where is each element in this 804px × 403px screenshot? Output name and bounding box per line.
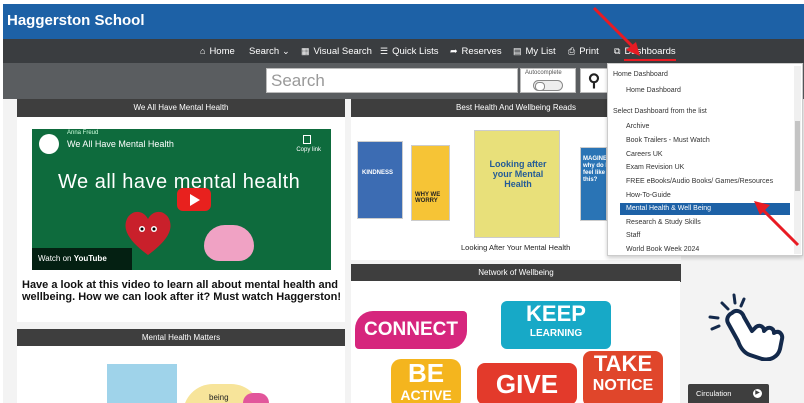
scrollbar-thumb[interactable] <box>795 121 800 191</box>
nav-visual-search[interactable]: ▦ Visual Search <box>301 39 372 63</box>
book-cover-text: Looking after your Mental Health <box>489 159 547 189</box>
dropdown-item-home-dashboard[interactable]: Home Dashboard <box>608 85 794 97</box>
dropdown-item-exam-revision[interactable]: Exam Revision UK <box>608 162 794 174</box>
chevron-right-icon: ▶ <box>753 389 762 398</box>
book-cover[interactable]: KINDNESS <box>357 141 403 219</box>
autocomplete-toggle[interactable]: Autocomplete <box>520 68 576 93</box>
book-cover-featured[interactable]: Looking after your Mental Health <box>474 130 560 238</box>
dropdown-header-home: Home Dashboard <box>613 71 668 78</box>
word-keep-learning: KEEP LEARNING <box>501 301 611 349</box>
chevron-down-icon: ⌄ <box>282 46 290 56</box>
nav-home[interactable]: ⌂ Home <box>200 39 235 63</box>
channel-avatar <box>39 134 59 154</box>
brain-character <box>204 225 254 261</box>
search-icon: ⚲ <box>587 71 601 90</box>
video-description: Have a look at this video to learn all a… <box>22 279 342 303</box>
home-icon: ⌂ <box>200 46 206 56</box>
list-icon: ☰ <box>380 46 389 56</box>
matters-graphic-blue <box>107 364 177 403</box>
matters-graphic-pink <box>243 393 269 403</box>
list-box-icon: ▤ <box>513 46 522 56</box>
main-nav: ⌂ Home Search ⌄ ▦ Visual Search ☰ Quick List… <box>3 39 804 63</box>
print-icon: ⎙ <box>568 46 576 56</box>
book-cover[interactable]: WHY WE WORRY <box>411 145 450 221</box>
five-ways-graphic[interactable]: CONNECT KEEP LEARNING BE ACTIVE GIVE TAK… <box>351 281 680 403</box>
share-icon: ➦ <box>450 46 458 56</box>
dropdown-item-free-ebooks[interactable]: FREE eBooks/Audio Books/ Games/Resources <box>608 176 794 188</box>
youtube-logo: YouTube <box>73 254 107 263</box>
grid-icon: ▦ <box>301 46 310 56</box>
nav-search[interactable]: Search ⌄ <box>249 39 294 63</box>
word-take-notice: TAKE NOTICE <box>583 351 663 403</box>
search-input[interactable]: Search <box>266 68 518 93</box>
video-player[interactable]: Anna Freud We All Have Mental Health Cop… <box>32 129 331 270</box>
video-title[interactable]: We All Have Mental Health <box>67 139 174 149</box>
word-give: GIVE <box>477 363 577 403</box>
nav-reserves[interactable]: ➦ Reserves <box>450 39 502 63</box>
panel-header-mental-health: We All Have Mental Health <box>17 99 345 117</box>
reads-caption[interactable]: Looking After Your Mental Health <box>461 243 570 252</box>
panel-header-network: Network of Wellbeing <box>351 264 681 282</box>
book-cover-text: MAGINE why do I feel like this? <box>583 156 607 183</box>
panel-mental-health-matters: being <box>17 346 345 403</box>
copy-icon[interactable] <box>303 135 311 144</box>
book-cover-text: WHY WE WORRY <box>415 192 441 204</box>
copy-link[interactable]: Copy link <box>296 147 321 153</box>
word-be-active: BE ACTIVE <box>391 359 461 403</box>
nav-my-list[interactable]: ▤ My List <box>513 39 556 63</box>
screen: Haggerston School ⌂ Home Search ⌄ ▦ Visual … <box>0 0 804 403</box>
word-connect: CONNECT <box>355 311 467 349</box>
video-channel: Anna Freud <box>67 130 99 136</box>
dropdown-item-book-trailers[interactable]: Book Trailers - Must Watch <box>608 135 794 147</box>
dropdown-item-careers-uk[interactable]: Careers UK <box>608 149 794 161</box>
panel-header-mental-health-matters: Mental Health Matters <box>17 329 345 347</box>
site-title[interactable]: Haggerston School <box>7 12 145 29</box>
circulation-tab[interactable]: Circulation ▶ <box>688 384 769 403</box>
play-icon[interactable] <box>177 188 211 211</box>
dropdown-header-select: Select Dashboard from the list <box>613 108 707 115</box>
arrow-icon <box>754 201 800 247</box>
autocomplete-label: Autocomplete <box>525 70 562 76</box>
book-cover-text: KINDNESS <box>362 170 394 176</box>
arrow-icon <box>592 6 640 56</box>
book-cover[interactable]: MAGINE why do I feel like this? <box>580 147 607 221</box>
search-button[interactable]: ⚲ <box>580 68 608 93</box>
watch-on-youtube[interactable]: Watch on YouTube <box>32 248 132 270</box>
dropdown-item-archive[interactable]: Archive <box>608 121 794 133</box>
hand-click-icon <box>708 293 785 361</box>
toggle-switch[interactable] <box>533 80 563 91</box>
top-bar: Haggerston School <box>3 4 804 39</box>
nav-quick-lists[interactable]: ☰ Quick Lists <box>380 39 439 63</box>
matters-snippet: being <box>209 393 229 402</box>
